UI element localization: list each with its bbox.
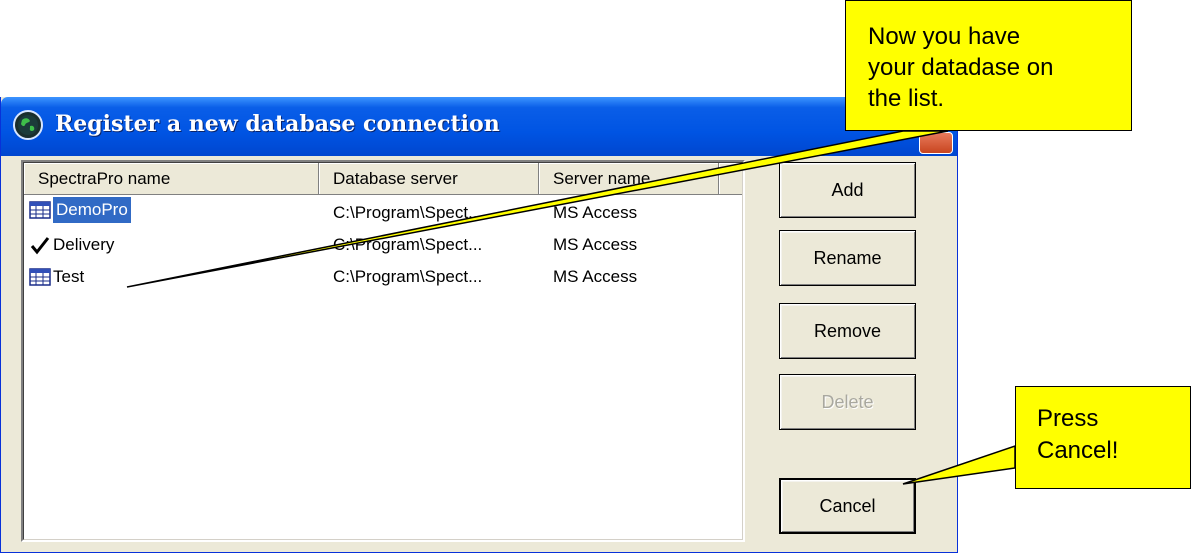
title-bar[interactable]: Register a new database connection xyxy=(1,97,957,156)
list-header: SpectraPro name Database server Server n… xyxy=(24,163,742,195)
callout-line: the list. xyxy=(868,85,945,112)
row-name: Test xyxy=(53,267,85,286)
row-database-server: C:\Program\Spect... xyxy=(333,235,483,254)
column-header-server-name[interactable]: Server name xyxy=(539,163,719,195)
connection-list[interactable]: SpectraPro name Database server Server n… xyxy=(21,160,745,542)
remove-button[interactable]: Remove xyxy=(779,303,916,359)
callout-press-cancel: Press Cancel! xyxy=(1015,386,1191,489)
row-database-server: C:\Program\Spect... xyxy=(333,267,483,286)
row-server-name: MS Access xyxy=(553,235,638,254)
globe-icon xyxy=(13,110,43,140)
table-row[interactable]: Delivery C:\Program\Spect... MS Access xyxy=(24,229,742,261)
rename-button[interactable]: Rename xyxy=(779,230,916,286)
row-server-name: MS Access xyxy=(553,267,638,286)
column-header-database-server[interactable]: Database server xyxy=(319,163,539,195)
checkmark-icon xyxy=(30,237,50,255)
column-header-spectrapro-name[interactable]: SpectraPro name xyxy=(24,163,319,195)
callout-list-hint: Now you have your datadase on the list. xyxy=(845,0,1132,131)
close-button[interactable] xyxy=(919,132,953,154)
row-database-server: C:\Program\Spect... xyxy=(333,203,483,222)
table-row[interactable]: DemoPro C:\Program\Spect... MS Access xyxy=(24,197,742,229)
row-server-name: MS Access xyxy=(553,203,638,222)
table-icon xyxy=(29,201,51,219)
row-name: Delivery xyxy=(53,235,115,254)
cancel-button[interactable]: Cancel xyxy=(779,478,916,534)
delete-button[interactable]: Delete xyxy=(779,374,916,430)
row-name: DemoPro xyxy=(53,197,131,223)
window-title: Register a new database connection xyxy=(55,111,500,137)
callout-line: your datadase on xyxy=(868,54,1054,81)
callout-line: Now you have xyxy=(868,23,1021,50)
add-button[interactable]: Add xyxy=(779,162,916,218)
callout-line: Cancel! xyxy=(1037,437,1119,464)
callout-line: Press xyxy=(1037,405,1099,432)
table-row[interactable]: Test C:\Program\Spect... MS Access xyxy=(24,261,742,293)
column-header-empty[interactable] xyxy=(719,163,742,195)
table-icon xyxy=(29,268,51,286)
